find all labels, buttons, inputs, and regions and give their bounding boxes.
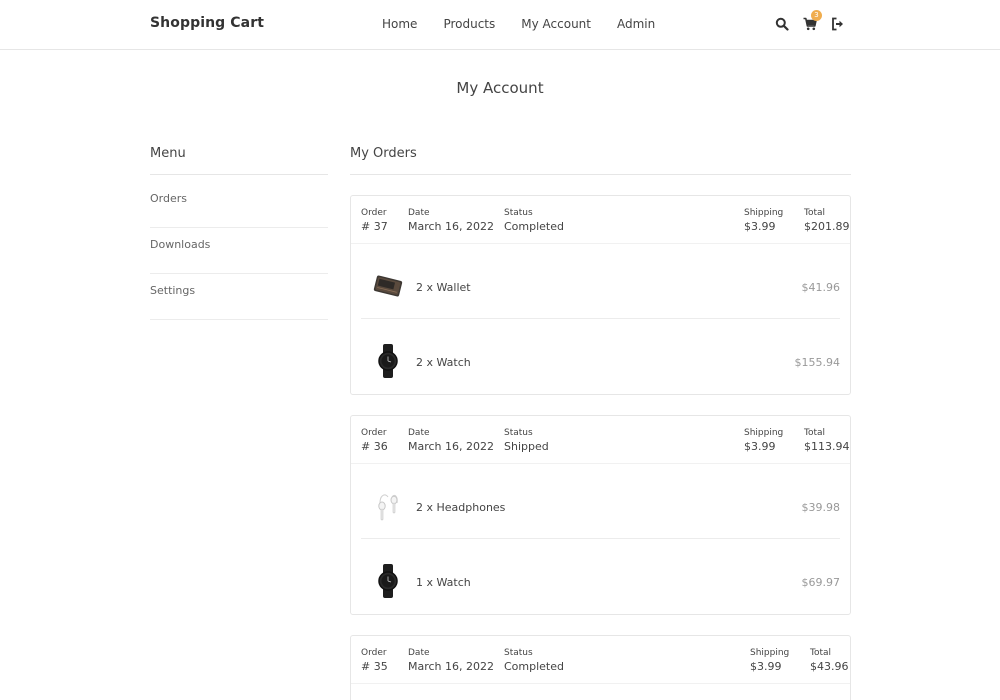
shipping-label: Shipping <box>750 648 790 658</box>
order-status: Shipped <box>504 440 549 453</box>
order-number: # 36 <box>361 440 388 453</box>
menu-heading: Menu <box>150 146 328 175</box>
menu-item-label: Downloads <box>150 238 211 251</box>
order-card: Order # 35 Date March 16, 2022 Status Co… <box>350 635 851 700</box>
order-header: Order # 36 Date March 16, 2022 Status Sh… <box>351 416 850 464</box>
order-item: 2 x Watch $155.94 <box>361 319 840 394</box>
nav-home[interactable]: Home <box>382 17 417 31</box>
order-label: Order <box>361 428 387 438</box>
page-title: My Account <box>456 79 544 97</box>
status-label: Status <box>504 648 533 658</box>
order-shipping-cell: Shipping $3.99 <box>744 207 783 233</box>
nav-admin[interactable]: Admin <box>617 17 655 31</box>
order-card: Order # 37 Date March 16, 2022 Status Co… <box>350 195 851 395</box>
order-date: March 16, 2022 <box>408 660 495 673</box>
order-shipping: $3.99 <box>744 220 776 233</box>
menu-item-orders[interactable]: Orders <box>150 192 328 228</box>
account-menu: Menu Orders Downloads Settings <box>150 146 328 330</box>
order-date-cell: Date March 16, 2022 <box>408 207 494 233</box>
headphones-thumbnail[interactable] <box>371 489 405 523</box>
menu-item-label: Orders <box>150 192 187 205</box>
order-card: Order # 36 Date March 16, 2022 Status Sh… <box>350 415 851 615</box>
wallet-thumbnail[interactable] <box>371 269 405 303</box>
top-navbar: Shopping Cart Home Products My Account A… <box>0 0 1000 50</box>
menu-item-downloads[interactable]: Downloads <box>150 238 328 274</box>
order-number: # 35 <box>361 660 388 673</box>
order-date: March 16, 2022 <box>408 220 495 233</box>
status-label: Status <box>504 208 533 218</box>
order-label: Order <box>361 208 387 218</box>
total-label: Total <box>810 648 832 658</box>
order-shipping: $3.99 <box>744 440 776 453</box>
date-label: Date <box>408 208 430 218</box>
watch-thumbnail[interactable] <box>371 344 405 378</box>
order-shipping-cell: Shipping $3.99 <box>744 427 783 453</box>
order-header: Order # 35 Date March 16, 2022 Status Co… <box>351 636 850 684</box>
shipping-label: Shipping <box>744 428 784 438</box>
order-date-cell: Date March 16, 2022 <box>408 427 494 453</box>
order-status: Completed <box>504 220 564 233</box>
order-number: # 37 <box>361 220 388 233</box>
item-name: 2 x Watch <box>416 356 471 369</box>
menu-list: Orders Downloads Settings <box>150 192 328 320</box>
item-price: $69.97 <box>801 576 841 589</box>
order-number-cell: Order # 36 <box>361 427 388 453</box>
orders-heading: My Orders <box>350 146 851 175</box>
orders-section: My Orders Order # 37 Date March 16, 2022… <box>350 146 851 700</box>
item-price: $39.98 <box>801 501 841 514</box>
header-icons: 3 <box>775 10 859 31</box>
nav-products[interactable]: Products <box>443 17 495 31</box>
total-label: Total <box>804 208 826 218</box>
order-status-cell: Status Shipped <box>504 427 549 453</box>
item-price: $41.96 <box>801 281 841 294</box>
date-label: Date <box>408 648 430 658</box>
order-label: Order <box>361 648 387 658</box>
order-item: 1 x Watch $69.97 <box>361 539 840 614</box>
order-date-cell: Date March 16, 2022 <box>408 647 494 673</box>
order-total: $201.89 <box>804 220 850 233</box>
order-number-cell: Order # 35 <box>361 647 388 673</box>
order-shipping: $3.99 <box>750 660 782 673</box>
item-name: 1 x Watch <box>416 576 471 589</box>
order-header: Order # 37 Date March 16, 2022 Status Co… <box>351 196 850 244</box>
brand-logo[interactable]: Shopping Cart <box>150 15 264 31</box>
order-number-cell: Order # 37 <box>361 207 388 233</box>
cart-count-badge: 3 <box>811 10 822 21</box>
order-shipping-cell: Shipping $3.99 <box>750 647 789 673</box>
cart-icon[interactable]: 3 <box>803 10 822 31</box>
order-total: $43.96 <box>810 660 849 673</box>
main-nav: Home Products My Account Admin <box>382 17 681 31</box>
order-total-cell: Total $201.89 <box>804 207 850 233</box>
search-icon[interactable] <box>775 16 789 31</box>
logout-icon[interactable] <box>831 16 845 31</box>
order-item: 2 x Wallet $41.96 <box>361 244 840 319</box>
order-status-cell: Status Completed <box>504 207 564 233</box>
order-item: 2 x Headphones $39.98 <box>361 464 840 539</box>
order-status-cell: Status Completed <box>504 647 564 673</box>
order-status: Completed <box>504 660 564 673</box>
order-total-cell: Total $43.96 <box>810 647 849 673</box>
order-total: $113.94 <box>804 440 850 453</box>
item-price: $155.94 <box>794 356 841 369</box>
menu-item-settings[interactable]: Settings <box>150 284 328 320</box>
order-total-cell: Total $113.94 <box>804 427 850 453</box>
item-name: 2 x Headphones <box>416 501 506 514</box>
shipping-label: Shipping <box>744 208 784 218</box>
watch-thumbnail[interactable] <box>371 564 405 598</box>
status-label: Status <box>504 428 533 438</box>
item-name: 2 x Wallet <box>416 281 471 294</box>
menu-item-label: Settings <box>150 284 196 297</box>
date-label: Date <box>408 428 430 438</box>
total-label: Total <box>804 428 826 438</box>
order-date: March 16, 2022 <box>408 440 495 453</box>
nav-my-account[interactable]: My Account <box>521 17 591 31</box>
